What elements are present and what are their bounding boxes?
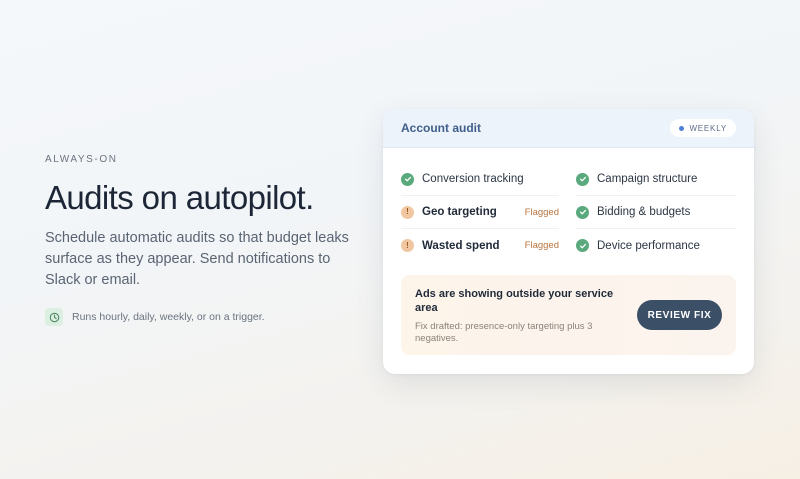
check-item: Conversion tracking xyxy=(401,163,559,196)
hero-section: ALWAYS-ON Audits on autopilot. Schedule … xyxy=(45,154,365,326)
check-item: Bidding & budgets xyxy=(576,196,736,229)
page-title: Audits on autopilot. xyxy=(45,179,314,216)
check-label: Device performance xyxy=(597,239,700,252)
audit-checks-right: Campaign structure Bidding & budgets Dev… xyxy=(576,163,736,262)
issue-alert: Ads are showing outside your service are… xyxy=(401,275,736,355)
status-dot-icon xyxy=(679,125,685,131)
check-label: Conversion tracking xyxy=(422,173,524,185)
check-item: ! Geo targeting Flagged xyxy=(401,196,559,229)
clock-icon xyxy=(45,308,63,326)
hero-description: Schedule automatic audits so that budget… xyxy=(45,230,349,288)
alert-title: Ads are showing outside your service are… xyxy=(415,288,614,314)
warning-icon: ! xyxy=(401,239,414,252)
check-label: Campaign structure xyxy=(597,173,698,185)
check-label: Wasted spend xyxy=(422,239,500,252)
check-label: Bidding & budgets xyxy=(597,206,691,218)
flagged-tag: Flagged xyxy=(524,206,559,218)
check-icon xyxy=(401,172,414,186)
frequency-badge: WEEKLY xyxy=(670,119,736,137)
check-item: Campaign structure xyxy=(576,163,736,196)
schedule-note: Runs hourly, daily, weekly, or on a trig… xyxy=(45,308,365,326)
audit-checks-left: Conversion tracking ! Geo targeting Flag… xyxy=(401,163,559,262)
warning-icon: ! xyxy=(401,205,414,219)
account-audit-card: Account audit WEEKLY Conversion tracking… xyxy=(383,109,754,374)
eyebrow-label: ALWAYS-ON xyxy=(45,154,118,165)
audit-checks: Conversion tracking ! Geo targeting Flag… xyxy=(401,163,736,262)
check-icon xyxy=(576,172,589,186)
card-header: Account audit WEEKLY xyxy=(383,109,754,148)
frequency-badge-label: WEEKLY xyxy=(689,123,727,133)
check-icon xyxy=(576,239,589,252)
check-label: Geo targeting xyxy=(422,206,497,218)
check-item: Device performance xyxy=(576,229,736,262)
card-title: Account audit xyxy=(401,121,481,135)
alert-subtitle: Fix drafted: presence-only targeting plu… xyxy=(415,321,593,344)
flagged-tag: Flagged xyxy=(524,240,559,251)
review-fix-button[interactable]: REVIEW FIX xyxy=(637,300,722,330)
check-icon xyxy=(576,205,589,219)
schedule-note-text: Runs hourly, daily, weekly, or on a trig… xyxy=(72,311,265,323)
check-item: ! Wasted spend Flagged xyxy=(401,229,559,262)
